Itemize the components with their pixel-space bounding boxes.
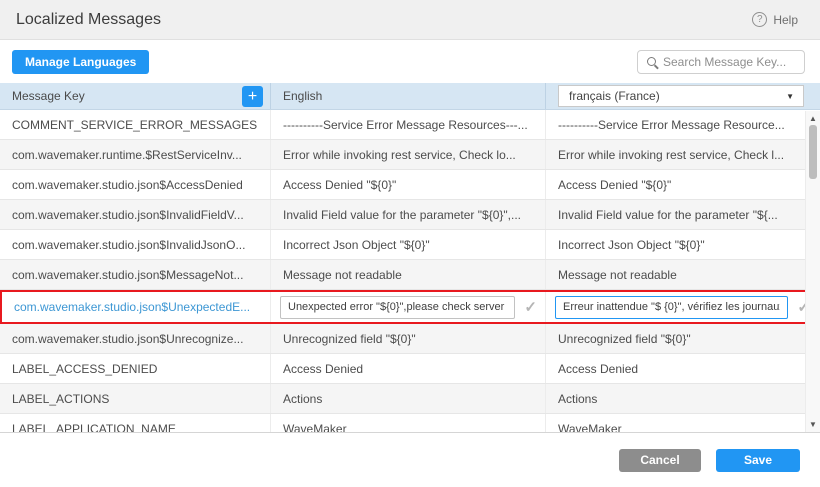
message-key-cell[interactable]: com.wavemaker.studio.json$AccessDenied bbox=[0, 170, 270, 199]
chevron-down-icon: ▼ bbox=[786, 92, 794, 101]
table-row[interactable]: com.wavemaker.studio.json$InvalidFieldV.… bbox=[0, 200, 820, 230]
english-value-cell[interactable]: Incorrect Json Object "${0}" bbox=[270, 230, 545, 259]
english-value-cell[interactable]: Error while invoking rest service, Check… bbox=[270, 140, 545, 169]
french-value-cell[interactable]: ----------Service Error Message Resource… bbox=[545, 110, 820, 139]
table-row[interactable]: LABEL_APPLICATION_NAMEWaveMakerWaveMaker bbox=[0, 414, 820, 432]
message-key-column-header: Message Key + bbox=[0, 83, 270, 109]
french-value-cell[interactable]: Message not readable bbox=[545, 260, 820, 289]
page-title: Localized Messages bbox=[16, 11, 161, 29]
french-value-cell[interactable]: Unrecognized field "${0}" bbox=[545, 324, 820, 353]
english-header-label: English bbox=[283, 89, 322, 103]
scroll-down-icon[interactable]: ▼ bbox=[806, 420, 820, 429]
french-value-cell[interactable]: Invalid Field value for the parameter "$… bbox=[545, 200, 820, 229]
cancel-button[interactable]: Cancel bbox=[619, 449, 701, 472]
help-button[interactable]: ? Help bbox=[752, 12, 798, 27]
message-key-cell[interactable]: LABEL_ACTIONS bbox=[0, 384, 270, 413]
confirm-check-icon[interactable]: ✓ bbox=[524, 298, 537, 316]
message-key-cell[interactable]: com.wavemaker.studio.json$InvalidJsonO..… bbox=[0, 230, 270, 259]
french-value-cell[interactable]: Actions bbox=[545, 384, 820, 413]
french-edit-cell: ✓ bbox=[545, 292, 818, 322]
search-box[interactable] bbox=[637, 50, 805, 74]
add-message-key-button[interactable]: + bbox=[242, 86, 263, 107]
english-value-cell[interactable]: Access Denied bbox=[270, 354, 545, 383]
french-value-input[interactable] bbox=[555, 296, 788, 319]
english-column-header: English bbox=[270, 83, 545, 109]
message-key-cell[interactable]: com.wavemaker.runtime.$RestServiceInv... bbox=[0, 140, 270, 169]
message-key-cell[interactable]: com.wavemaker.studio.json$InvalidFieldV.… bbox=[0, 200, 270, 229]
toolbar: Manage Languages bbox=[0, 40, 820, 83]
english-value-cell[interactable]: Message not readable bbox=[270, 260, 545, 289]
french-value-cell[interactable]: Access Denied "${0}" bbox=[545, 170, 820, 199]
english-value-cell[interactable]: ----------Service Error Message Resource… bbox=[270, 110, 545, 139]
plus-icon: + bbox=[248, 88, 257, 105]
message-key-link[interactable]: com.wavemaker.studio.json$UnexpectedE... bbox=[14, 300, 250, 314]
messages-table: Message Key + English français (France) … bbox=[0, 83, 820, 433]
footer-action-bar: Cancel Save bbox=[0, 433, 820, 487]
english-value-cell[interactable]: Actions bbox=[270, 384, 545, 413]
message-key-cell[interactable]: LABEL_ACCESS_DENIED bbox=[0, 354, 270, 383]
english-value-cell[interactable]: Access Denied "${0}" bbox=[270, 170, 545, 199]
message-key-header-label: Message Key bbox=[12, 89, 85, 103]
save-button[interactable]: Save bbox=[716, 449, 800, 472]
french-value-cell[interactable]: Incorrect Json Object "${0}" bbox=[545, 230, 820, 259]
table-row[interactable]: com.wavemaker.runtime.$RestServiceInv...… bbox=[0, 140, 820, 170]
english-value-input[interactable] bbox=[280, 296, 515, 319]
english-edit-cell: ✓ bbox=[270, 292, 545, 322]
english-value-cell[interactable]: WaveMaker bbox=[270, 414, 545, 432]
vertical-scrollbar[interactable]: ▲ ▼ bbox=[805, 111, 820, 432]
table-row[interactable]: LABEL_ACCESS_DENIEDAccess DeniedAccess D… bbox=[0, 354, 820, 384]
language-select-value: français (France) bbox=[569, 89, 660, 103]
table-body: COMMENT_SERVICE_ERROR_MESSAGES----------… bbox=[0, 110, 820, 432]
title-bar: Localized Messages ? Help bbox=[0, 0, 820, 40]
french-value-cell[interactable]: Error while invoking rest service, Check… bbox=[545, 140, 820, 169]
table-row[interactable]: com.wavemaker.studio.json$InvalidJsonO..… bbox=[0, 230, 820, 260]
search-icon bbox=[647, 57, 656, 66]
message-key-cell[interactable]: com.wavemaker.studio.json$MessageNot... bbox=[0, 260, 270, 289]
localized-messages-panel: Localized Messages ? Help Manage Languag… bbox=[0, 0, 820, 487]
language-select[interactable]: français (France) ▼ bbox=[558, 85, 804, 107]
search-input[interactable] bbox=[663, 55, 795, 69]
manage-languages-button[interactable]: Manage Languages bbox=[12, 50, 149, 74]
table-header-row: Message Key + English français (France) … bbox=[0, 83, 820, 110]
message-key-cell[interactable]: LABEL_APPLICATION_NAME bbox=[0, 414, 270, 432]
table-row[interactable]: com.wavemaker.studio.json$AccessDeniedAc… bbox=[0, 170, 820, 200]
message-key-cell[interactable]: com.wavemaker.studio.json$Unrecognize... bbox=[0, 324, 270, 353]
french-value-cell[interactable]: WaveMaker bbox=[545, 414, 820, 432]
french-value-cell[interactable]: Access Denied bbox=[545, 354, 820, 383]
english-value-cell[interactable]: Unrecognized field "${0}" bbox=[270, 324, 545, 353]
table-row[interactable]: COMMENT_SERVICE_ERROR_MESSAGES----------… bbox=[0, 110, 820, 140]
scrollbar-thumb[interactable] bbox=[809, 125, 817, 179]
table-row[interactable]: LABEL_ACTIONSActionsActions bbox=[0, 384, 820, 414]
table-row[interactable]: com.wavemaker.studio.json$MessageNot...M… bbox=[0, 260, 820, 290]
english-value-cell[interactable]: Invalid Field value for the parameter "$… bbox=[270, 200, 545, 229]
scroll-up-icon[interactable]: ▲ bbox=[806, 114, 820, 123]
table-row-editing[interactable]: com.wavemaker.studio.json$UnexpectedE...… bbox=[0, 290, 820, 324]
help-label: Help bbox=[773, 13, 798, 27]
table-row[interactable]: com.wavemaker.studio.json$Unrecognize...… bbox=[0, 324, 820, 354]
message-key-cell[interactable]: COMMENT_SERVICE_ERROR_MESSAGES bbox=[0, 110, 270, 139]
message-key-cell: com.wavemaker.studio.json$UnexpectedE... bbox=[2, 292, 270, 322]
help-icon: ? bbox=[752, 12, 767, 27]
language-column-header: français (France) ▼ bbox=[545, 83, 820, 109]
